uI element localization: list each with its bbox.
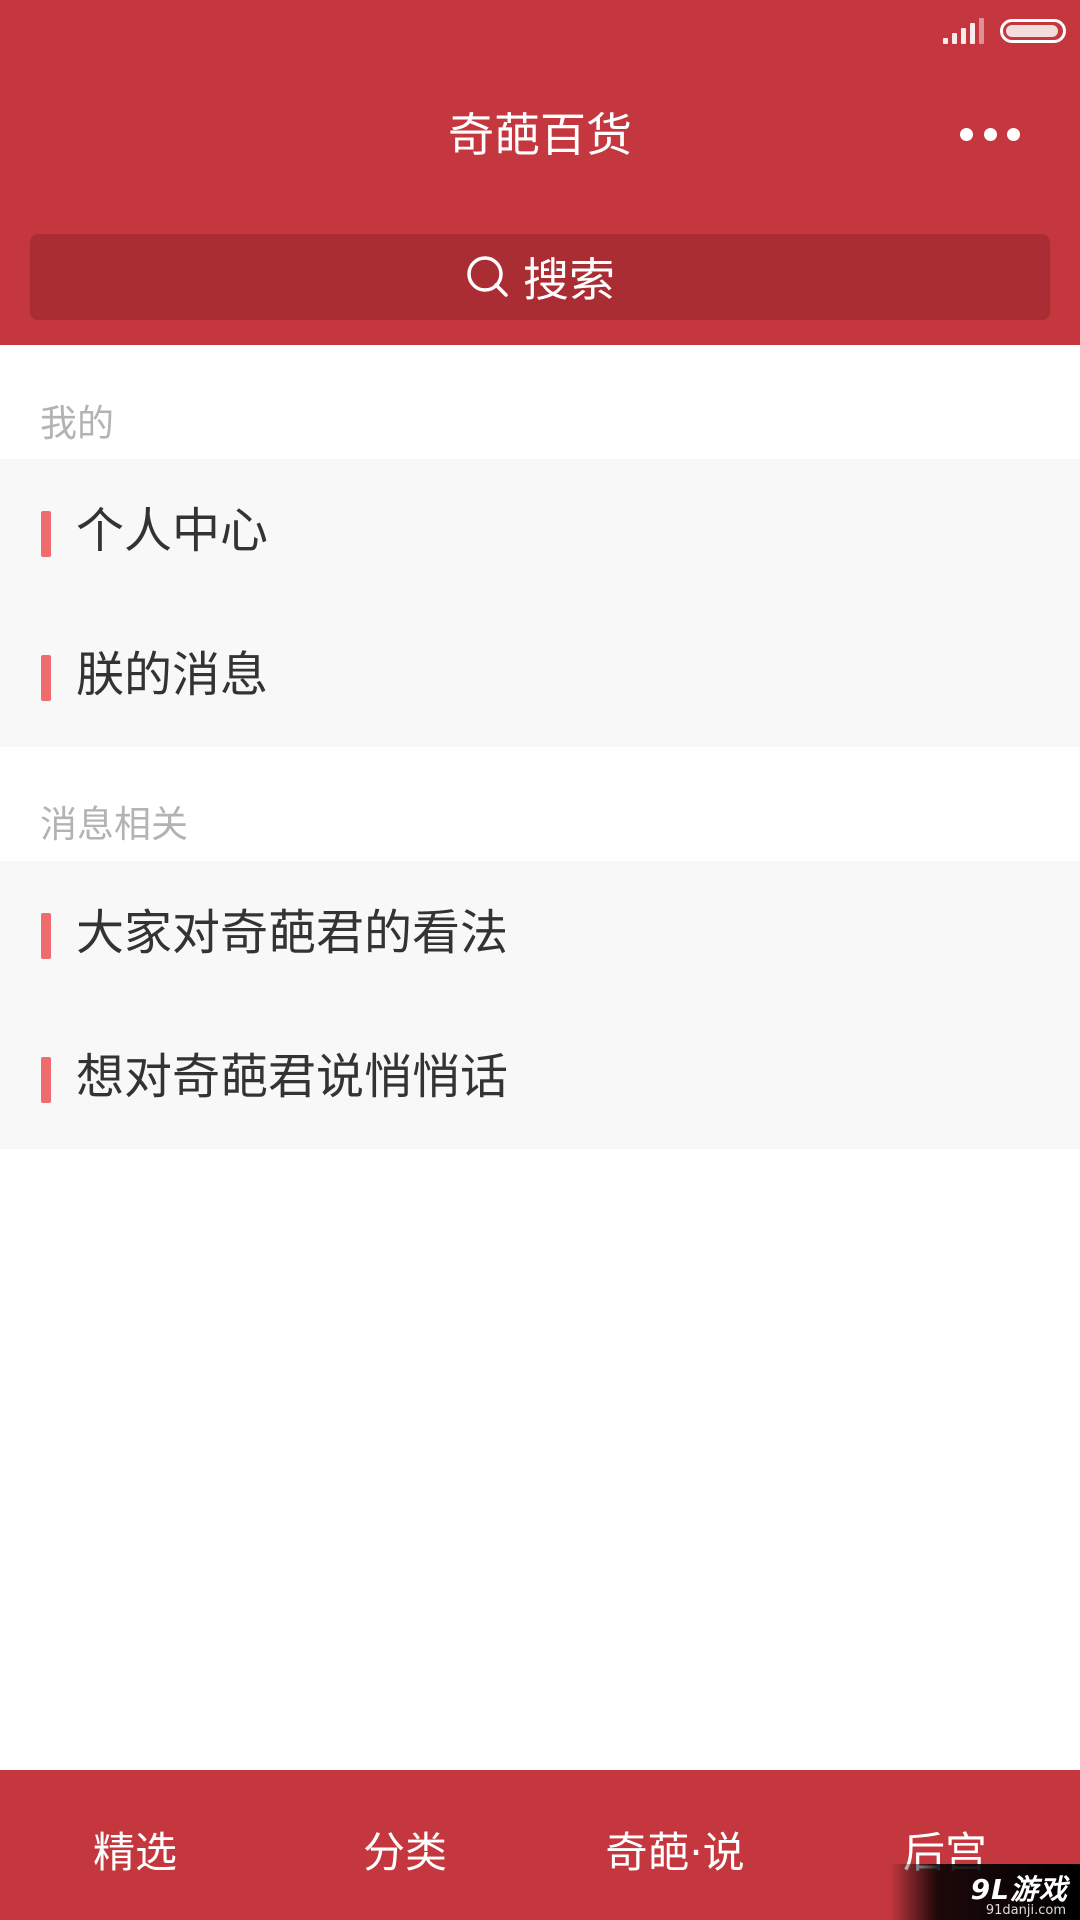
tab-featured[interactable]: 精选 [0,1770,270,1920]
list-item-whisper[interactable]: 想对奇葩君说悄悄话 [0,1005,1080,1149]
section-label-mine: 我的 [40,402,114,445]
watermark-text: 9L游戏 [970,1873,1068,1906]
battery-icon [1000,19,1066,43]
accent-bar [41,1057,51,1103]
list-item-label: 大家对奇葩君的看法 [76,905,509,961]
tab-qipa-say[interactable]: 奇葩·说 [540,1770,810,1920]
app-header: 奇葩百货 搜索 [0,0,1080,345]
section-label-messages: 消息相关 [40,803,188,846]
watermark-url: 91danji.com [985,1903,1066,1918]
section-mine-group: 个人中心 朕的消息 [0,459,1080,747]
list-item-label: 朕的消息 [76,647,269,703]
accent-bar [41,913,51,959]
list-item-opinions[interactable]: 大家对奇葩君的看法 [0,861,1080,1005]
search-icon [467,256,508,297]
page-title: 奇葩百货 [448,108,632,162]
tab-categories[interactable]: 分类 [270,1770,540,1920]
list-item-label: 想对奇葩君说悄悄话 [76,1049,509,1105]
more-icon[interactable] [960,120,1020,148]
watermark-logo: 9L游戏 91danji.com [890,1864,1080,1920]
search-label: 搜索 [523,253,615,307]
list-item-label: 个人中心 [76,503,269,559]
section-messages-group: 大家对奇葩君的看法 想对奇葩君说悄悄话 [0,861,1080,1149]
search-bar[interactable]: 搜索 [30,234,1050,320]
status-bar [943,16,1066,46]
accent-bar [41,511,51,557]
list-item-personal-center[interactable]: 个人中心 [0,459,1080,603]
accent-bar [41,655,51,701]
list-item-my-messages[interactable]: 朕的消息 [0,603,1080,747]
signal-icon [943,18,984,44]
